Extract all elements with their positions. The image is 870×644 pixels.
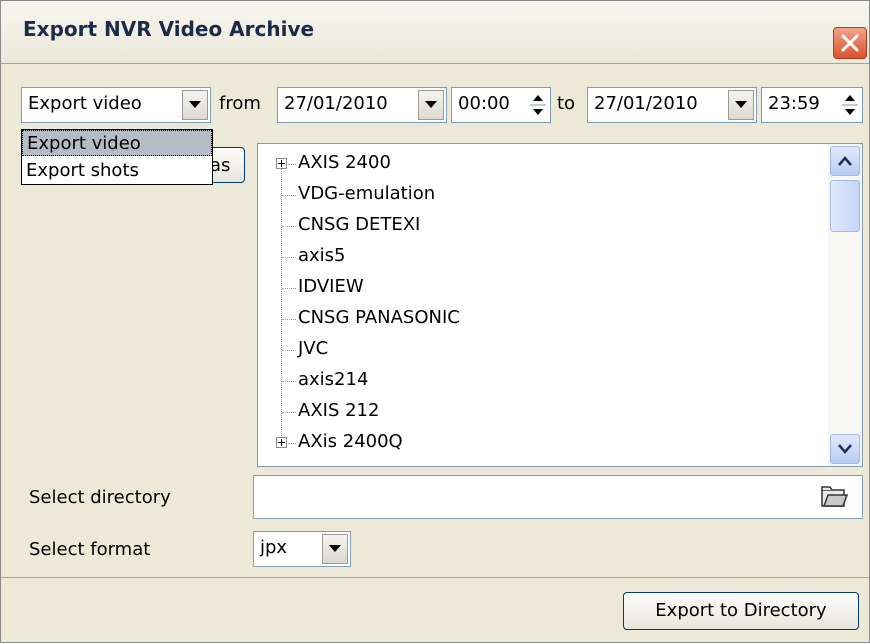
tree-item-label: axis5	[298, 245, 346, 266]
expand-plus-icon[interactable]	[276, 437, 287, 448]
tree-item[interactable]: AXIS 212	[258, 396, 828, 428]
to-date-dropdown-button[interactable]	[728, 90, 754, 120]
chevron-down-icon	[189, 101, 201, 108]
close-button[interactable]	[833, 27, 867, 59]
browse-folder-button[interactable]	[820, 484, 849, 510]
tree-item-label: CNSG DETEXI	[298, 214, 421, 235]
title-bar: Export NVR Video Archive	[1, 1, 869, 64]
from-time-value: 00:00	[458, 93, 510, 114]
mode-option-export-shots[interactable]: Export shots	[22, 158, 212, 184]
tree-item-label: AXis 2400Q	[298, 431, 403, 452]
mode-dropdown-button[interactable]	[182, 90, 208, 120]
export-dialog: Export NVR Video Archive Export video fr…	[0, 0, 870, 643]
directory-input[interactable]	[253, 475, 863, 519]
to-label: to	[557, 93, 576, 114]
from-time-spin-buttons[interactable]	[528, 90, 548, 120]
to-date-value: 27/01/2010	[594, 93, 698, 114]
chevron-down-icon	[425, 101, 437, 108]
window-title: Export NVR Video Archive	[23, 17, 315, 41]
from-label: from	[219, 93, 261, 114]
camera-tree: AXIS 2400 VDG-emulation CNSG DETEXI axis…	[257, 143, 863, 467]
tree-item[interactable]: axis214	[258, 365, 828, 397]
tree-item-label: VDG-emulation	[298, 183, 436, 204]
tree-item[interactable]: CNSG PANASONIC	[258, 303, 828, 335]
from-date-picker[interactable]: 27/01/2010	[277, 87, 447, 123]
from-time-spinner[interactable]: 00:00	[451, 87, 551, 123]
chevron-down-icon	[735, 101, 747, 108]
open-folder-icon	[821, 486, 849, 507]
tree-item[interactable]: CNSG DETEXI	[258, 210, 828, 242]
mode-select[interactable]: Export video	[21, 87, 211, 123]
export-to-directory-button[interactable]: Export to Directory	[623, 592, 859, 630]
tree-item-label: axis214	[298, 369, 369, 390]
tree-item-label: AXIS 2400	[298, 152, 391, 173]
spin-arrows-icon	[842, 95, 858, 115]
tree-item[interactable]: JVC	[258, 334, 828, 366]
scroll-down-button[interactable]	[830, 434, 860, 464]
format-dropdown-button[interactable]	[322, 534, 348, 564]
scroll-thumb[interactable]	[830, 180, 860, 232]
dialog-footer: Export to Directory	[1, 577, 869, 644]
tree-item-label: JVC	[298, 338, 329, 359]
chevron-down-icon	[329, 545, 341, 552]
tree-item-label: IDVIEW	[298, 276, 364, 297]
tree-item[interactable]: AXis 2400Q	[258, 427, 828, 459]
select-format-label: Select format	[29, 539, 151, 560]
to-time-spinner[interactable]: 23:59	[761, 87, 863, 123]
tree-item-label: CNSG PANASONIC	[298, 307, 460, 328]
to-date-picker[interactable]: 27/01/2010	[587, 87, 757, 123]
close-icon	[841, 34, 859, 52]
mode-dropdown-list: Export video Export shots	[21, 129, 213, 185]
to-time-value: 23:59	[768, 93, 820, 114]
spin-arrows-icon	[530, 95, 546, 115]
from-date-value: 27/01/2010	[284, 93, 388, 114]
scroll-up-button[interactable]	[830, 146, 860, 176]
chevron-up-icon	[838, 156, 852, 166]
tree-item[interactable]: VDG-emulation	[258, 179, 828, 211]
to-time-spin-buttons[interactable]	[840, 90, 860, 120]
mode-option-export-video[interactable]: Export video	[22, 130, 212, 156]
tree-scrollbar[interactable]	[828, 144, 862, 466]
expand-plus-icon[interactable]	[276, 158, 287, 169]
select-directory-label: Select directory	[29, 487, 171, 508]
mode-select-value: Export video	[28, 93, 142, 114]
cameras-button-label: as	[210, 155, 231, 176]
format-select-value: jpx	[260, 537, 288, 558]
chevron-down-icon	[838, 444, 852, 454]
tree-item[interactable]: IDVIEW	[258, 272, 828, 304]
tree-item[interactable]: AXIS 2400	[258, 148, 828, 180]
from-date-dropdown-button[interactable]	[418, 90, 444, 120]
tree-item[interactable]: axis5	[258, 241, 828, 273]
tree-item-label: AXIS 212	[298, 400, 380, 421]
format-select[interactable]: jpx	[253, 531, 351, 567]
